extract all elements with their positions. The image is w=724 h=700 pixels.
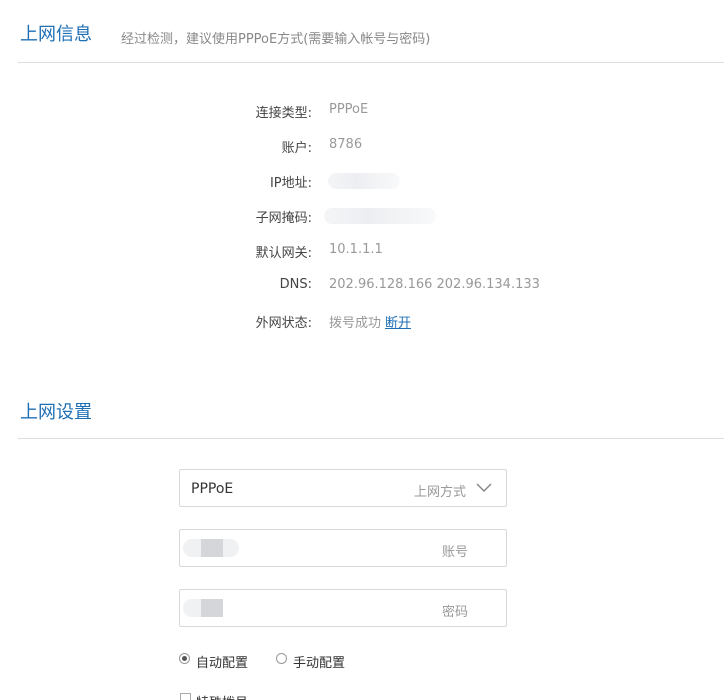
masked-block [201, 539, 223, 557]
wan-info-subtitle: 经过检测，建议使用PPPoE方式(需要输入帐号与密码) [121, 32, 431, 47]
info-row-subnet-mask: 子网掩码: [0, 207, 724, 227]
redacted-value [324, 208, 436, 224]
info-row-wan-status: 外网状态: 拨号成功 断开 [0, 312, 724, 332]
info-label: 默认网关: [255, 246, 312, 261]
radio-auto-config-label[interactable]: 自动配置 [196, 652, 248, 671]
chevron-down-icon [476, 483, 492, 493]
wan-info-title: 上网信息 [20, 24, 92, 45]
special-dial-checkbox[interactable] [180, 693, 191, 700]
info-label: IP地址: [269, 176, 312, 191]
info-row-default-gateway: 默认网关: 10.1.1.1 [0, 242, 724, 262]
wan-info-header: 上网信息 经过检测，建议使用PPPoE方式(需要输入帐号与密码) [18, 0, 724, 63]
wan-status-value-group: 拨号成功 断开 [329, 312, 411, 331]
info-label: 账户: [281, 141, 312, 156]
info-row-account: 账户: 8786 [0, 137, 724, 157]
info-row-connection-type: 连接类型: PPPoE [0, 102, 724, 122]
wan-mode-hint: 上网方式 [413, 485, 466, 500]
info-row-dns: DNS: 202.96.128.166 202.96.134.133 [0, 277, 724, 297]
masked-block [201, 599, 223, 617]
disconnect-link[interactable]: 断开 [385, 316, 411, 331]
masked-password-value [183, 599, 223, 617]
radio-manual-config-label[interactable]: 手动配置 [293, 652, 345, 671]
info-value: 10.1.1.1 [329, 242, 383, 257]
info-label: DNS: [279, 277, 312, 292]
info-value: 202.96.128.166 202.96.134.133 [329, 277, 540, 292]
password-hint: 密码 [441, 605, 468, 620]
radio-auto-config[interactable] [179, 653, 190, 664]
wan-mode-value: PPPoE [191, 481, 234, 497]
router-settings-page: 上网信息 经过检测，建议使用PPPoE方式(需要输入帐号与密码) 连接类型: P… [0, 0, 724, 700]
info-row-ip-address: IP地址: [0, 172, 724, 192]
info-label: 子网掩码: [255, 211, 312, 226]
redacted-value [328, 173, 400, 189]
wan-settings-header: 上网设置 [18, 380, 724, 439]
wan-settings-title: 上网设置 [20, 402, 92, 423]
radio-manual-config[interactable] [276, 653, 287, 664]
masked-account-value [183, 539, 239, 557]
account-hint: 账号 [441, 545, 468, 560]
account-input[interactable]: 账号 [179, 529, 507, 567]
password-input[interactable]: 密码 [179, 589, 507, 627]
info-label: 外网状态: [255, 316, 312, 331]
info-value: PPPoE [329, 102, 369, 117]
info-value: 8786 [329, 137, 363, 152]
wan-status-text: 拨号成功 [329, 316, 382, 331]
special-dial-label[interactable]: 特殊拨号 [196, 692, 248, 700]
wan-mode-select[interactable]: PPPoE 上网方式 [179, 469, 507, 507]
info-label: 连接类型: [255, 106, 312, 121]
